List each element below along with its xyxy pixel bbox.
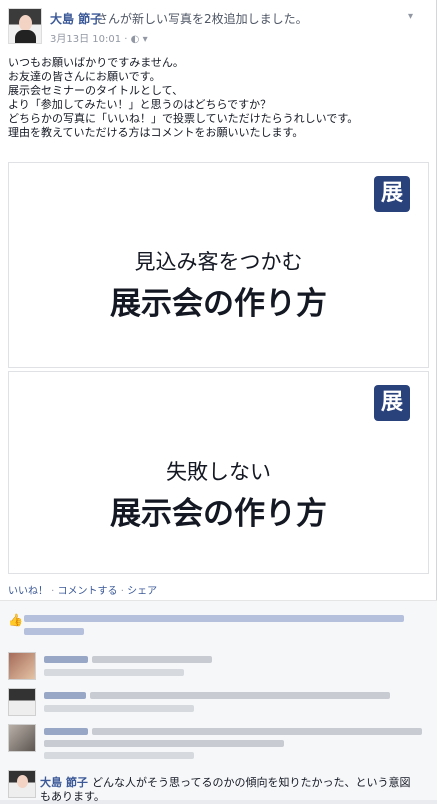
- message-line: お友達の皆さんにお願いです。: [8, 70, 161, 83]
- post-timestamp[interactable]: 3月13日 10:01 ·: [50, 34, 127, 45]
- blurred-comment-text: [92, 728, 422, 735]
- blurred-comment-meta: [44, 669, 184, 676]
- post-menu-icon[interactable]: ▾: [408, 11, 420, 23]
- photo-title: 展示会の作り方: [110, 496, 327, 532]
- photo-1[interactable]: 展 見込み客をつかむ 展示会の作り方: [8, 162, 429, 368]
- post-card: 大島 節子 さんが新しい写真を2枚追加しました。 3月13日 10:01 · ◐…: [0, 0, 437, 803]
- avatar-body: [15, 30, 36, 43]
- photo-subtitle: 見込み客をつかむ: [134, 250, 303, 274]
- author-name-link[interactable]: 大島 節子: [50, 10, 102, 27]
- author-avatar[interactable]: [8, 8, 42, 44]
- action-separator: ·: [48, 586, 58, 597]
- share-link[interactable]: シェア: [127, 586, 157, 597]
- chevron-down-icon[interactable]: ▾: [143, 34, 148, 45]
- globe-icon: ◐: [130, 34, 140, 45]
- message-line: どちらかの写真に「いいね！」で投票していただけたらうれしいです。: [8, 112, 359, 125]
- blurred-likes-text: [24, 628, 84, 635]
- like-link[interactable]: いいね！: [8, 586, 48, 597]
- post-header: 大島 節子 さんが新しい写真を2枚追加しました。 3月13日 10:01 · ◐…: [8, 8, 428, 48]
- post-message: いつもお願いばかりですみません。 お友達の皆さんにお願いです。 展示会セミナーの…: [8, 56, 429, 140]
- blurred-commenter-name: [44, 692, 86, 699]
- comment-text: どんな人がそう思ってるのかの傾向を知りたかった、という意図: [92, 776, 411, 789]
- message-line: 展示会セミナーのタイトルとして、: [8, 84, 184, 97]
- likes-summary: 👍: [0, 600, 437, 644]
- photo-title: 展示会の作り方: [110, 286, 327, 322]
- action-separator: ·: [117, 586, 128, 597]
- blurred-comment-text: [44, 740, 284, 747]
- message-line: より「参加してみたい！」と思うのはどちらですか？: [8, 98, 272, 111]
- avatar-face: [17, 775, 28, 788]
- message-line: いつもお願いばかりですみません。: [8, 56, 184, 69]
- commenter-avatar[interactable]: [8, 688, 36, 716]
- post-action-text: さんが新しい写真を2枚追加しました。: [96, 12, 308, 26]
- photo-subtitle: 失敗しない: [166, 460, 271, 484]
- post-actions: いいね！ · コメントする · シェア: [8, 582, 157, 597]
- message-line: 理由を教えていただける方はコメントをお願いいたします。: [8, 126, 304, 139]
- blurred-comment-text: [90, 692, 390, 699]
- post-meta: 3月13日 10:01 · ◐ ▾: [50, 30, 148, 45]
- comment-link[interactable]: コメントする: [58, 586, 118, 597]
- blurred-likes-text: [24, 615, 404, 622]
- photo-2[interactable]: 展 失敗しない 展示会の作り方: [8, 371, 429, 574]
- commenter-avatar[interactable]: [8, 724, 36, 752]
- exhibition-badge-icon: 展: [374, 176, 410, 212]
- comment-text: もあります。: [40, 790, 105, 803]
- commenter-avatar[interactable]: [8, 770, 36, 798]
- exhibition-badge-icon: 展: [374, 385, 410, 421]
- blurred-comment-meta: [44, 752, 194, 759]
- blurred-commenter-name: [44, 656, 88, 663]
- avatar-face: [19, 15, 32, 31]
- blurred-comment-text: [92, 656, 212, 663]
- commenter-avatar[interactable]: [8, 652, 36, 680]
- blurred-comment-meta: [44, 705, 194, 712]
- blurred-commenter-name: [44, 728, 88, 735]
- thumbs-up-icon: 👍: [8, 613, 23, 627]
